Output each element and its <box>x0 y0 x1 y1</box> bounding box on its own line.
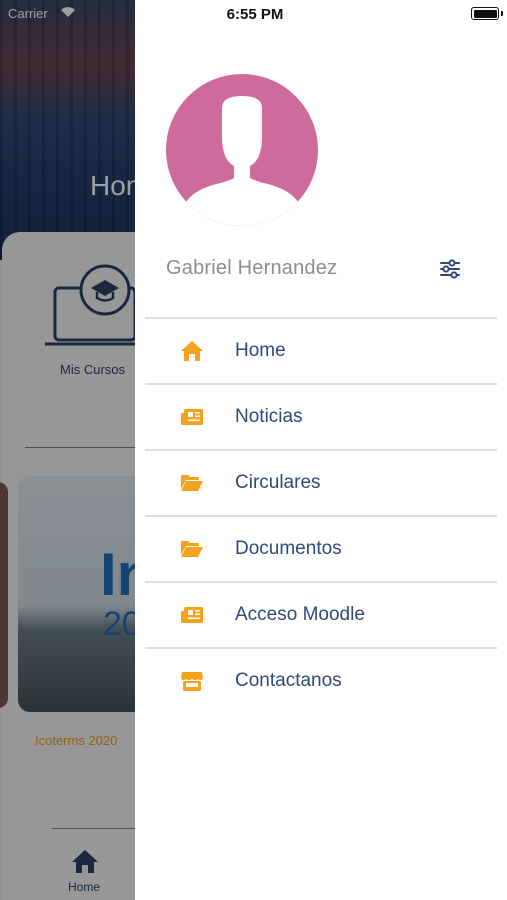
newspaper-icon <box>179 405 205 429</box>
home-icon <box>179 339 205 363</box>
drawer-menu: Home Noticias Circulares Documentos Acce… <box>145 317 497 713</box>
folder-open-icon <box>179 471 205 495</box>
side-drawer: 6:55 PM Gabriel Hernandez Home Noticias … <box>135 0 507 900</box>
menu-item-home[interactable]: Home <box>145 319 497 383</box>
menu-item-noticias[interactable]: Noticias <box>145 385 497 449</box>
menu-item-acceso-moodle[interactable]: Acceso Moodle <box>145 583 497 647</box>
user-name: Gabriel Hernandez <box>166 257 338 279</box>
folder-open-icon <box>179 537 205 561</box>
battery-icon <box>471 7 499 20</box>
menu-item-label: Acceso Moodle <box>235 604 365 625</box>
menu-item-label: Contactanos <box>235 670 342 691</box>
avatar[interactable] <box>166 74 318 226</box>
menu-item-contactanos[interactable]: Contactanos <box>145 649 497 713</box>
user-silhouette-icon <box>186 96 298 226</box>
newspaper-icon <box>179 603 205 627</box>
menu-item-label: Circulares <box>235 472 321 493</box>
menu-item-label: Documentos <box>235 538 342 559</box>
menu-item-documentos[interactable]: Documentos <box>145 517 497 581</box>
menu-item-circulares[interactable]: Circulares <box>145 451 497 515</box>
battery-tip <box>501 11 503 16</box>
status-time: 6:55 PM <box>226 6 284 23</box>
menu-item-label: Home <box>235 340 286 361</box>
store-icon <box>179 669 205 693</box>
sliders-icon[interactable] <box>437 256 463 282</box>
menu-item-label: Noticias <box>235 406 303 427</box>
